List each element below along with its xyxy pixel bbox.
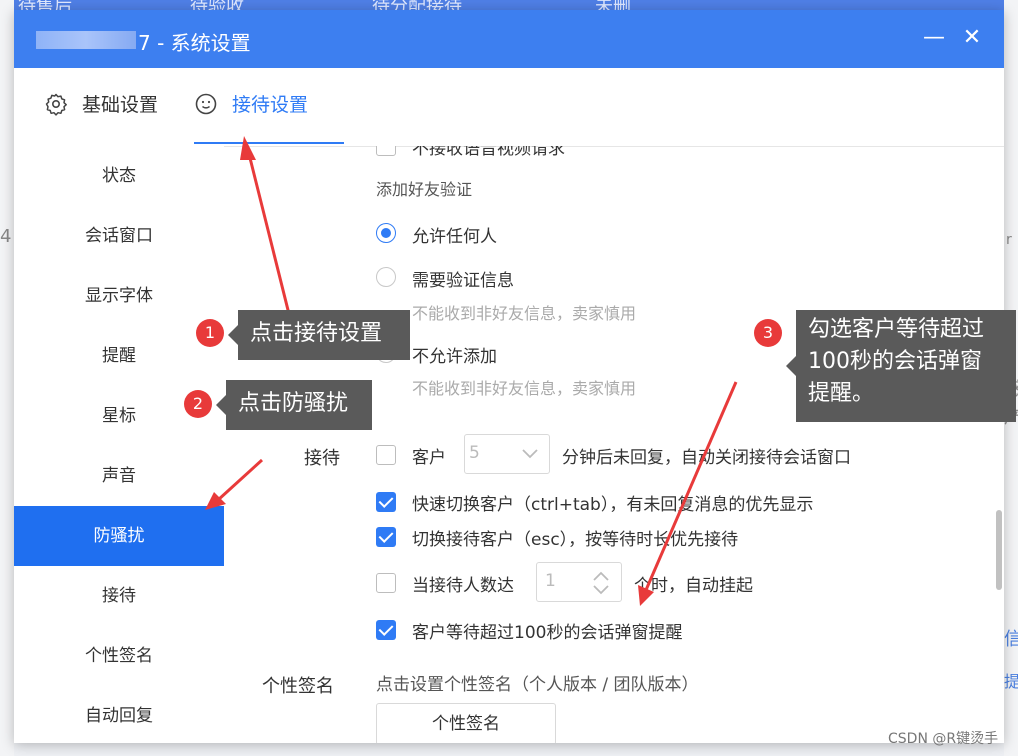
sidebar-item-signature[interactable]: 个性签名: [14, 626, 224, 686]
auto-close-prefix: 客户: [412, 448, 446, 468]
sidebar-item-anti-harassment[interactable]: 防骚扰: [14, 506, 224, 566]
radio-need-verify-hint: 不能收到非好友信息，卖家慎用: [412, 304, 637, 323]
tab-reception-settings[interactable]: 接待设置: [194, 90, 344, 146]
quick-switch-checkbox[interactable]: [376, 492, 396, 512]
annotation-callout-3-line: 勾选客户等待超过: [808, 317, 985, 342]
content-scrollbar[interactable]: [996, 510, 1002, 590]
auto-hang-checkbox[interactable]: [376, 573, 396, 593]
close-button[interactable]: ✕: [958, 24, 986, 52]
auto-hang-count-value: 1: [545, 571, 556, 591]
friend-verify-label: 添加好友验证: [376, 180, 473, 199]
radio-disallow-add-hint: 不能收到非好友信息，卖家慎用: [412, 379, 637, 398]
watermark: CSDN @R键烫手: [888, 731, 999, 747]
sidebar-item-chat-window[interactable]: 会话窗口: [14, 206, 224, 266]
annotation-badge-3: 3: [754, 319, 782, 347]
auto-hang-prefix: 当接待人数达: [412, 576, 514, 596]
annotation-callout-1: 点击接待设置: [228, 310, 410, 360]
background-fragment: 信: [1004, 629, 1018, 650]
settings-content: 不接收语音视频请求 添加好友验证 允许任何人 需要验证信息 不能收到非好友信息，…: [226, 146, 1004, 743]
radio-need-verify-label: 需要验证信息: [412, 271, 514, 291]
chevron-down-icon: [522, 449, 538, 459]
sidebar-item-font[interactable]: 显示字体: [14, 266, 224, 326]
background-fragment: r: [1006, 232, 1012, 248]
sidebar-item-reception[interactable]: 接待: [14, 566, 224, 626]
window-title: 7 - 系统设置: [138, 31, 251, 55]
sidebar-item-status[interactable]: 状态: [14, 146, 224, 206]
auto-close-minutes-select[interactable]: 5: [464, 434, 550, 474]
radio-allow-anyone[interactable]: [376, 223, 396, 243]
settings-tabs: 基础设置 接待设置: [14, 68, 1004, 147]
quick-switch-label: 快速切换客户（ctrl+tab），有未回复消息的优先显示: [412, 495, 814, 515]
sidebar-item-sound[interactable]: 声音: [14, 446, 224, 506]
tab-basic-settings[interactable]: 基础设置: [44, 90, 174, 146]
tab-label: 接待设置: [232, 94, 309, 116]
sidebar-item-auto-reply[interactable]: 自动回复: [14, 686, 224, 743]
radio-allow-anyone-label: 允许任何人: [412, 227, 497, 247]
annotation-badge-1: 1: [196, 319, 224, 347]
auto-hang-suffix: 个时，自动挂起: [634, 576, 753, 596]
window-titlebar[interactable]: 7 - 系统设置 — ✕: [14, 10, 1004, 68]
wait-popup-checkbox[interactable]: [376, 620, 396, 640]
tab-label: 基础设置: [82, 94, 159, 116]
auto-close-checkbox[interactable]: [376, 445, 396, 465]
annotation-badge-2: 2: [184, 390, 212, 418]
background-fragment: 4: [0, 226, 12, 247]
annotation-callout-2: 点击防骚扰: [216, 380, 372, 430]
wait-popup-label: 客户等待超过100秒的会话弹窗提醒: [412, 623, 683, 643]
signature-section-label: 个性签名: [262, 676, 334, 697]
sidebar-item-reminder[interactable]: 提醒: [14, 326, 224, 386]
gear-icon: [45, 93, 67, 116]
background-left-edge: [0, 0, 14, 756]
auto-hang-count-stepper[interactable]: 1: [536, 562, 622, 602]
smiley-face-icon: [195, 93, 217, 115]
switch-reception-checkbox[interactable]: [376, 527, 396, 547]
radio-disallow-add-label: 不允许添加: [412, 347, 497, 367]
signature-hint: 点击设置个性签名（个人版本 / 团队版本）: [376, 675, 699, 695]
redacted-username: [36, 31, 136, 49]
signature-button[interactable]: 个性签名: [376, 703, 556, 743]
reception-section-label: 接待: [304, 448, 340, 469]
switch-reception-label: 切换接待客户（esc），按等待时长优先接待: [412, 530, 739, 550]
stepper-arrows-icon[interactable]: [591, 569, 611, 597]
voice-video-label: 不接收语音视频请求: [412, 146, 565, 159]
auto-close-suffix: 分钟后未回复，自动关闭接待会话窗口: [562, 448, 851, 468]
annotation-callout-3: 勾选客户等待超过 100秒的会话弹窗 提醒。: [786, 310, 1016, 422]
annotation-callout-3-line: 提醒。: [808, 381, 875, 406]
annotation-callout-3-line: 100秒的会话弹窗: [808, 349, 982, 374]
voice-video-checkbox[interactable]: [376, 146, 396, 156]
settings-sidebar: 状态 会话窗口 显示字体 提醒 星标 声音 防骚扰 接待 个性签名 自动回复: [14, 146, 224, 743]
minimize-button[interactable]: —: [920, 24, 948, 52]
auto-close-minutes-value: 5: [469, 443, 480, 463]
radio-need-verify[interactable]: [376, 267, 396, 287]
background-fragment: 提: [1004, 672, 1018, 691]
active-tab-indicator: [194, 142, 344, 144]
